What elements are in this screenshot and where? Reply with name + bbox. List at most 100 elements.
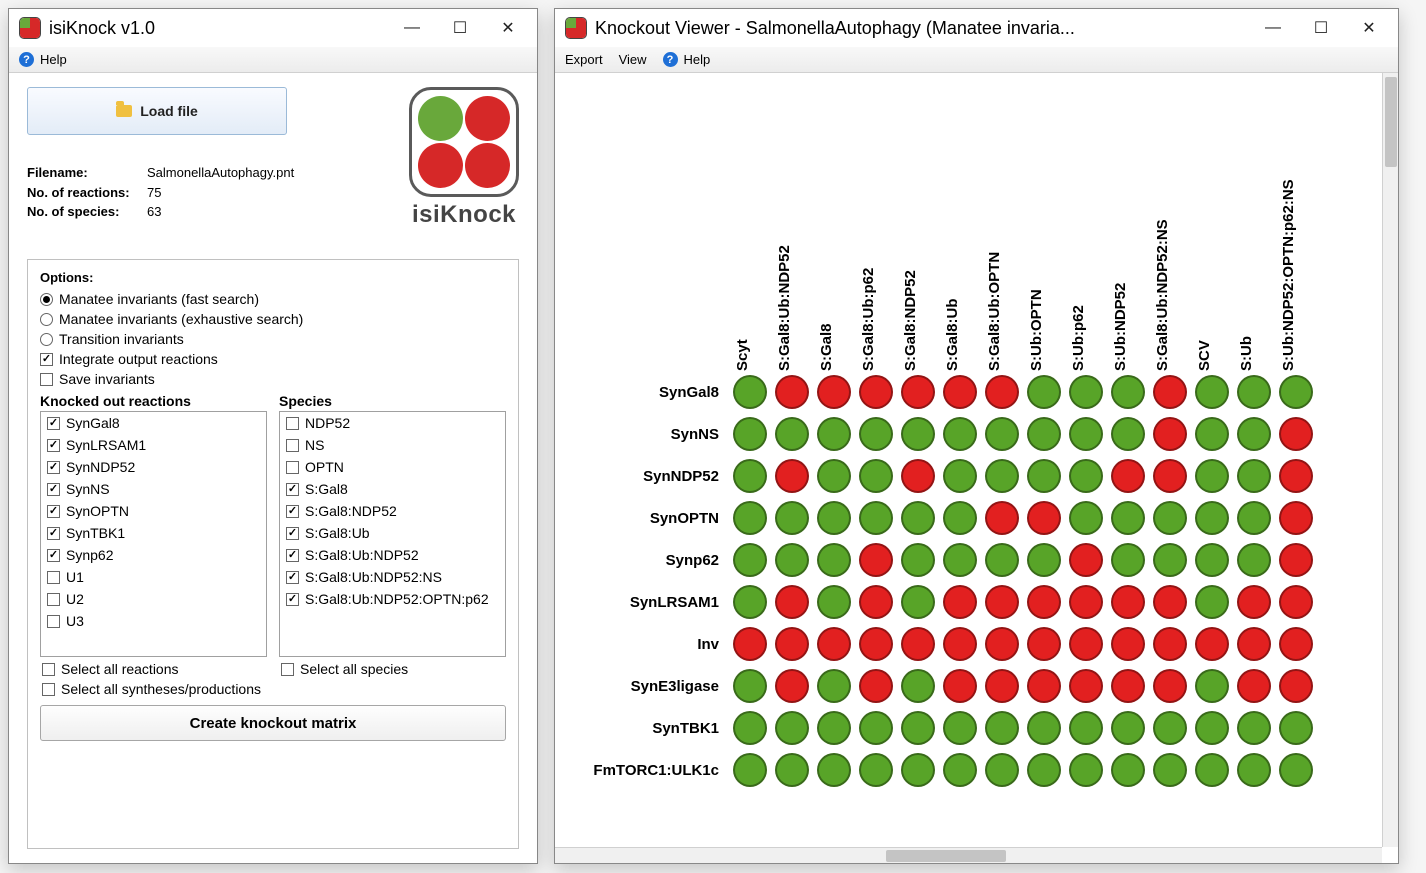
- list-item[interactable]: SynOPTN: [41, 500, 266, 522]
- matrix-dot: [855, 665, 897, 707]
- matrix-dot: [1065, 581, 1107, 623]
- list-item-label: SynOPTN: [66, 503, 129, 519]
- select-all-reactions-checkbox[interactable]: [42, 663, 55, 676]
- checkbox-icon[interactable]: [286, 571, 299, 584]
- list-item[interactable]: S:Gal8:Ub: [280, 522, 505, 544]
- row-header: Inv: [569, 636, 729, 653]
- matrix-dot: [1107, 497, 1149, 539]
- close-button[interactable]: ✕: [1346, 13, 1392, 43]
- option-check-0[interactable]: Integrate output reactions: [40, 349, 506, 369]
- list-item[interactable]: S:Gal8:NDP52: [280, 500, 505, 522]
- minimize-button[interactable]: —: [389, 13, 435, 43]
- checkbox-icon[interactable]: [286, 549, 299, 562]
- checkbox-icon[interactable]: [47, 615, 60, 628]
- list-item[interactable]: SynNS: [41, 478, 266, 500]
- list-item[interactable]: U1: [41, 566, 266, 588]
- checkbox-icon[interactable]: [286, 417, 299, 430]
- checkbox-icon[interactable]: [286, 593, 299, 606]
- horizontal-scrollbar[interactable]: [555, 847, 1382, 863]
- list-item[interactable]: SynGal8: [41, 412, 266, 434]
- list-item[interactable]: SynNDP52: [41, 456, 266, 478]
- list-item[interactable]: S:Gal8:Ub:NDP52:OPTN:p62: [280, 588, 505, 610]
- checkbox-icon[interactable]: [47, 417, 60, 430]
- matrix-dot: [1149, 581, 1191, 623]
- matrix-dot: [855, 413, 897, 455]
- checkbox-icon[interactable]: [40, 373, 53, 386]
- checkbox-icon[interactable]: [286, 505, 299, 518]
- checkbox-icon[interactable]: [47, 483, 60, 496]
- matrix-dot: [897, 455, 939, 497]
- matrix-dot: [1065, 749, 1107, 791]
- checkbox-icon[interactable]: [286, 527, 299, 540]
- menu-export[interactable]: Export: [565, 52, 603, 67]
- checkbox-icon[interactable]: [47, 505, 60, 518]
- select-all-syn-checkbox[interactable]: [42, 683, 55, 696]
- matrix-dot: [1107, 371, 1149, 413]
- matrix-dot: [1275, 455, 1317, 497]
- checkbox-icon[interactable]: [47, 439, 60, 452]
- checkbox-icon[interactable]: [47, 571, 60, 584]
- list-item[interactable]: U2: [41, 588, 266, 610]
- option-check-1[interactable]: Save invariants: [40, 369, 506, 389]
- option-radio-1[interactable]: Manatee invariants (exhaustive search): [40, 309, 506, 329]
- matrix-dot: [1065, 413, 1107, 455]
- row-header: SynGal8: [569, 384, 729, 401]
- matrix-dot: [1233, 665, 1275, 707]
- checkbox-icon[interactable]: [47, 593, 60, 606]
- option-radio-0[interactable]: Manatee invariants (fast search): [40, 289, 506, 309]
- list-item[interactable]: NDP52: [280, 412, 505, 434]
- matrix-dot: [813, 497, 855, 539]
- checkbox-icon[interactable]: [47, 549, 60, 562]
- matrix-viewport[interactable]: ScytS:Gal8:Ub:NDP52S:Gal8S:Gal8:Ub:p62S:…: [555, 73, 1398, 863]
- checkbox-icon[interactable]: [286, 461, 299, 474]
- checkbox-icon[interactable]: [286, 439, 299, 452]
- matrix-dot: [855, 371, 897, 413]
- select-all-species-checkbox[interactable]: [281, 663, 294, 676]
- list-item-label: S:Gal8:NDP52: [305, 503, 397, 519]
- list-item[interactable]: SynLRSAM1: [41, 434, 266, 456]
- load-file-button[interactable]: Load file: [27, 87, 287, 135]
- reactions-listbox[interactable]: SynGal8SynLRSAM1SynNDP52SynNS SynOPTN SynT…: [40, 411, 267, 657]
- option-radio-2[interactable]: Transition invariants: [40, 329, 506, 349]
- matrix-dot: [771, 623, 813, 665]
- matrix-row: SynNDP52: [569, 455, 1317, 497]
- radio-icon[interactable]: [40, 313, 53, 326]
- viewer-window: Knockout Viewer - SalmonellaAutophagy (M…: [554, 8, 1399, 864]
- checkbox-icon[interactable]: [47, 527, 60, 540]
- list-item-label: U2: [66, 591, 84, 607]
- maximize-button[interactable]: ☐: [437, 13, 483, 43]
- matrix-dot: [1275, 665, 1317, 707]
- matrix-dot: [1191, 623, 1233, 665]
- matrix-dot: [813, 371, 855, 413]
- list-item[interactable]: S:Gal8:Ub:NDP52: [280, 544, 505, 566]
- list-item[interactable]: SynTBK1: [41, 522, 266, 544]
- list-item[interactable]: U3: [41, 610, 266, 632]
- species-listbox[interactable]: NDP52NSOPTNS:Gal8S:Gal8:NDP52S:Gal8:UbS:…: [279, 411, 506, 657]
- menu-help[interactable]: Help: [684, 52, 711, 67]
- vertical-scrollbar[interactable]: [1382, 73, 1398, 847]
- close-button[interactable]: ✕: [485, 13, 531, 43]
- checkbox-icon[interactable]: [286, 483, 299, 496]
- list-item[interactable]: S:Gal8: [280, 478, 505, 500]
- menu-view[interactable]: View: [619, 52, 647, 67]
- maximize-button[interactable]: ☐: [1298, 13, 1344, 43]
- matrix-dot: [939, 581, 981, 623]
- checkbox-icon[interactable]: [40, 353, 53, 366]
- list-item[interactable]: NS: [280, 434, 505, 456]
- create-knockout-button[interactable]: Create knockout matrix: [40, 705, 506, 741]
- matrix-dot: [1065, 707, 1107, 749]
- menu-help[interactable]: Help: [40, 52, 67, 67]
- main-window: isiKnock v1.0 — ☐ ✕ ? Help Load file Fil…: [8, 8, 538, 864]
- radio-icon[interactable]: [40, 293, 53, 306]
- checkbox-icon[interactable]: [47, 461, 60, 474]
- minimize-button[interactable]: —: [1250, 13, 1296, 43]
- list-item[interactable]: Synp62: [41, 544, 266, 566]
- matrix-dot: [771, 707, 813, 749]
- matrix-dot: [1191, 749, 1233, 791]
- list-item[interactable]: OPTN: [280, 456, 505, 478]
- matrix-dot: [981, 413, 1023, 455]
- radio-icon[interactable]: [40, 333, 53, 346]
- matrix-dot: [897, 581, 939, 623]
- matrix-dot: [1275, 413, 1317, 455]
- list-item[interactable]: S:Gal8:Ub:NDP52:NS: [280, 566, 505, 588]
